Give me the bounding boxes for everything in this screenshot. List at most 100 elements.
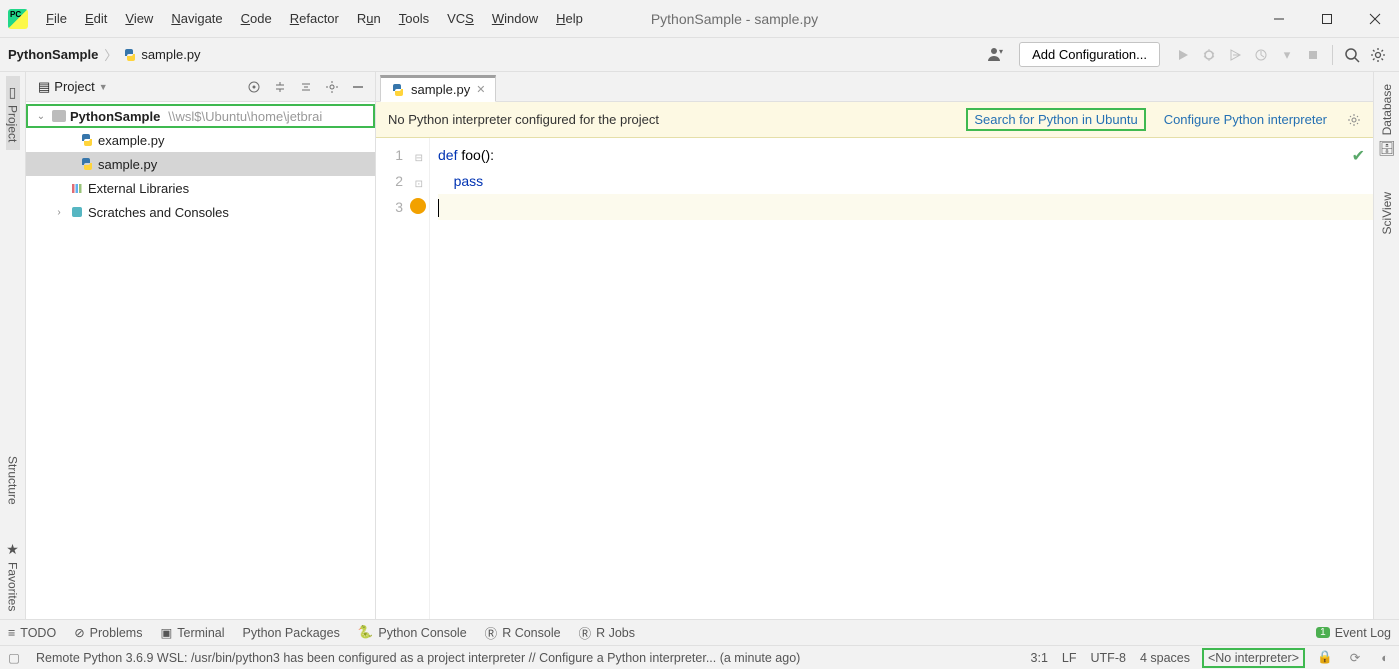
menu-navigate[interactable]: Navigate [163,7,230,30]
library-icon [70,181,84,195]
sync-icon[interactable]: ⟳ [1347,650,1363,666]
r-icon: Ⓡ [579,623,592,642]
expand-all-button[interactable] [269,76,291,98]
user-icon[interactable]: ▾ [983,42,1009,68]
list-icon: ≡ [8,626,15,640]
profile-button[interactable] [1248,42,1274,68]
editor-tab[interactable]: sample.py ✕ [380,75,496,102]
event-log-button[interactable]: 1Event Log [1316,626,1391,640]
terminal-icon: ▣ [160,625,172,640]
python-file-icon [80,157,94,171]
collapse-all-button[interactable] [295,76,317,98]
python-file-icon [80,133,94,147]
menu-vcs[interactable]: VCS [439,7,482,30]
expand-icon[interactable]: › [52,207,66,218]
hide-button[interactable] [347,76,369,98]
minimize-button[interactable] [1255,1,1303,37]
python-file-icon [391,83,405,97]
project-view-selector[interactable]: ▤ Project ▼ [32,77,114,97]
menu-refactor[interactable]: Refactor [282,7,347,30]
close-button[interactable] [1351,1,1399,37]
python-console-tool-button[interactable]: 🐍Python Console [358,625,467,640]
menu-code[interactable]: Code [233,7,280,30]
menu-help[interactable]: Help [548,7,591,30]
r-jobs-tool-button[interactable]: ⓇR Jobs [579,623,635,642]
configure-interpreter-link[interactable]: Configure Python interpreter [1158,110,1333,129]
run-button[interactable] [1170,42,1196,68]
window-title: PythonSample - sample.py [591,11,1255,27]
code-editor[interactable]: 1⊟ 2⊡ 3 ✔ def foo(): pass [376,138,1373,619]
inspection-ok-icon[interactable]: ✔ [1352,144,1365,170]
select-opened-file-button[interactable] [243,76,265,98]
tree-root[interactable]: ⌄ PythonSample \\wsl$\Ubuntu\home\jetbra… [26,104,375,128]
database-tool-button[interactable]: 🗄Database [1378,76,1396,164]
problems-tool-button[interactable]: ⊘Problems [74,625,142,640]
close-tab-icon[interactable]: ✕ [476,83,485,96]
indent-info[interactable]: 4 spaces [1140,651,1190,665]
structure-tool-button[interactable]: Structure [6,448,20,513]
project-header: ▤ Project ▼ [26,72,375,102]
code-content[interactable]: ✔ def foo(): pass [430,138,1373,619]
tool-window-toggle-icon[interactable]: ▢ [6,650,22,666]
pycharm-icon [8,9,28,29]
add-configuration-button[interactable]: Add Configuration... [1019,42,1160,67]
expand-icon[interactable]: ⌄ [34,111,48,122]
status-message[interactable]: Remote Python 3.6.9 WSL: /usr/bin/python… [36,651,1017,665]
favorites-tool-button[interactable]: ★Favorites [6,533,20,619]
banner-settings-icon[interactable] [1347,113,1361,127]
svg-text:▾: ▾ [999,47,1003,56]
coverage-button[interactable] [1222,42,1248,68]
file-encoding[interactable]: UTF-8 [1091,651,1126,665]
interpreter-status[interactable]: <No interpreter> [1204,650,1303,666]
main-area: ▯Project Structure ★Favorites ▤ Project … [0,72,1399,619]
menu-file[interactable]: File [38,7,75,30]
r-console-tool-button[interactable]: ⓇR Console [485,623,561,642]
menu-view[interactable]: View [117,7,161,30]
tree-scratches[interactable]: › Scratches and Consoles [26,200,375,224]
project-tool-button[interactable]: ▯Project [6,76,20,150]
editor-area: sample.py ✕ No Python interpreter config… [376,72,1373,619]
lock-icon[interactable]: 🔒 [1317,650,1333,666]
indexing-icon[interactable]: ◐ [1377,650,1393,666]
maximize-button[interactable] [1303,1,1351,37]
line-separator[interactable]: LF [1062,651,1077,665]
folder-icon [52,110,66,122]
stop-button[interactable] [1300,42,1326,68]
menu-tools[interactable]: Tools [391,7,437,30]
todo-tool-button[interactable]: ≡TODO [8,626,56,640]
tree-file[interactable]: example.py [26,128,375,152]
breadcrumb-file[interactable]: sample.py [123,47,200,62]
project-tree: ⌄ PythonSample \\wsl$\Ubuntu\home\jetbra… [26,102,375,226]
menu-run[interactable]: Run [349,7,389,30]
python-file-icon [123,48,137,62]
project-settings-button[interactable] [321,76,343,98]
star-icon: ★ [6,541,19,558]
run-dropdown-icon[interactable]: ▾ [1274,42,1300,68]
r-icon: Ⓡ [485,623,498,642]
project-tool-window: ▤ Project ▼ ⌄ PythonSample \\wsl$\Ubuntu… [26,72,376,619]
search-python-link[interactable]: Search for Python in Ubuntu [968,110,1143,129]
breadcrumb-sep: 〉 [104,45,117,64]
python-packages-tool-button[interactable]: Python Packages [243,626,340,640]
folder-icon: ▯ [9,84,17,101]
tree-file-selected[interactable]: sample.py [26,152,375,176]
debug-button[interactable] [1196,42,1222,68]
bottom-tool-stripe: ≡TODO ⊘Problems ▣Terminal Python Package… [0,619,1399,645]
warning-icon: ⊘ [74,625,84,640]
scratches-icon [70,205,84,219]
sciview-tool-button[interactable]: SciView [1380,184,1394,242]
menu-window[interactable]: Window [484,7,546,30]
banner-message: No Python interpreter configured for the… [388,112,954,127]
search-everywhere-button[interactable] [1339,42,1365,68]
terminal-tool-button[interactable]: ▣Terminal [160,625,224,640]
status-bar: ▢ Remote Python 3.6.9 WSL: /usr/bin/pyth… [0,645,1399,669]
intention-bulb-icon[interactable] [410,198,426,214]
menu-edit[interactable]: Edit [77,7,115,30]
fold-end-icon[interactable]: ⊡ [415,172,423,198]
tree-external-libraries[interactable]: External Libraries [26,176,375,200]
ide-settings-button[interactable] [1365,42,1391,68]
editor-tabs: sample.py ✕ [376,72,1373,102]
fold-icon[interactable]: ⊟ [415,146,423,172]
caret-position[interactable]: 3:1 [1031,651,1048,665]
breadcrumb-project[interactable]: PythonSample [8,47,98,62]
